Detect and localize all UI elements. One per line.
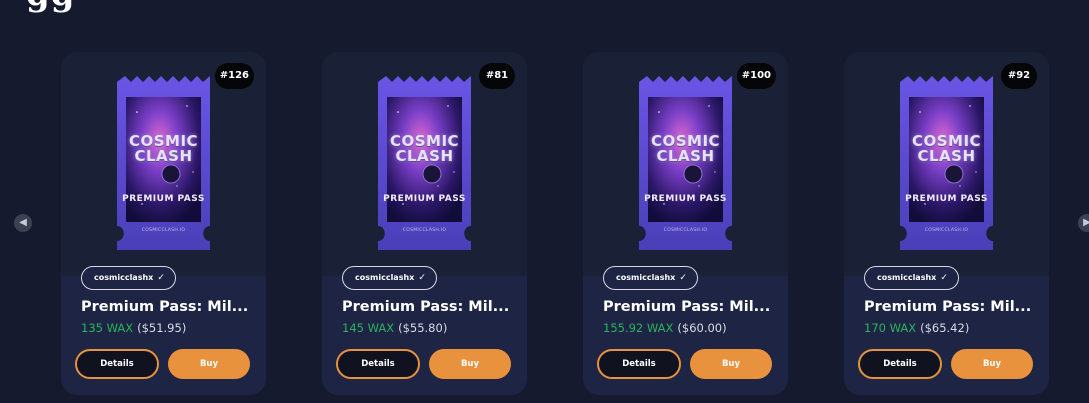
ticket-title: COSMIC CLASH xyxy=(128,132,199,165)
listing-card[interactable]: COSMIC CLASH PREMIUM PASS COSMICCLASH.IO… xyxy=(583,52,788,395)
ticket-title: COSMIC CLASH xyxy=(650,132,721,165)
item-name[interactable]: Premium Pass: Mil... xyxy=(603,299,773,315)
collection-badge[interactable]: cosmicclashx ✓ xyxy=(603,266,698,290)
item-name[interactable]: Premium Pass: Mil... xyxy=(342,299,512,315)
card-image-area[interactable]: COSMIC CLASH PREMIUM PASS COSMICCLASH.IO… xyxy=(61,52,266,276)
premium-pass-ticket-image: COSMIC CLASH PREMIUM PASS COSMICCLASH.IO xyxy=(117,76,210,250)
buy-button[interactable]: Buy xyxy=(429,349,511,379)
verified-check-icon: ✓ xyxy=(418,273,426,283)
price-wax: 145 WAX xyxy=(342,321,395,335)
section-heading-fragment: gg xyxy=(26,0,76,14)
price-usd: ($51.95) xyxy=(137,321,187,335)
listing-card[interactable]: COSMIC CLASH PREMIUM PASS COSMICCLASH.IO… xyxy=(844,52,1049,395)
price: 155.92 WAX ($60.00) xyxy=(603,321,727,335)
collection-badge[interactable]: cosmicclashx ✓ xyxy=(864,266,959,290)
price: 145 WAX ($55.80) xyxy=(342,321,447,335)
details-button[interactable]: Details xyxy=(597,349,681,379)
ticket-subtitle: PREMIUM PASS xyxy=(122,194,205,204)
ticket-subtitle: PREMIUM PASS xyxy=(383,194,466,204)
verified-check-icon: ✓ xyxy=(157,273,165,283)
ticket-footer: COSMICCLASH.IO xyxy=(141,228,186,233)
price-usd: ($55.80) xyxy=(398,321,448,335)
price-usd: ($65.42) xyxy=(920,321,970,335)
card-image-area[interactable]: COSMIC CLASH PREMIUM PASS COSMICCLASH.IO… xyxy=(583,52,788,276)
price-wax: 155.92 WAX xyxy=(603,321,674,335)
chevron-right-icon[interactable]: ▶ xyxy=(1078,214,1089,232)
mint-number-badge: #100 xyxy=(736,63,776,89)
mint-number-badge: #126 xyxy=(214,63,254,89)
ticket-title: COSMIC CLASH xyxy=(389,132,460,165)
verified-check-icon: ✓ xyxy=(940,273,948,283)
price-usd: ($60.00) xyxy=(677,321,727,335)
chevron-left-icon[interactable]: ◀ xyxy=(14,214,32,232)
ticket-footer: COSMICCLASH.IO xyxy=(663,228,708,233)
item-name[interactable]: Premium Pass: Mil... xyxy=(864,299,1034,315)
collection-name: cosmicclashx xyxy=(877,273,937,282)
listing-card[interactable]: COSMIC CLASH PREMIUM PASS COSMICCLASH.IO… xyxy=(61,52,266,395)
details-button[interactable]: Details xyxy=(75,349,159,379)
listing-card[interactable]: COSMIC CLASH PREMIUM PASS COSMICCLASH.IO… xyxy=(322,52,527,395)
mint-number-badge: #81 xyxy=(479,63,515,89)
collection-badge[interactable]: cosmicclashx ✓ xyxy=(81,266,176,290)
ticket-title: COSMIC CLASH xyxy=(911,132,982,165)
price-wax: 170 WAX xyxy=(864,321,917,335)
buy-button[interactable]: Buy xyxy=(690,349,772,379)
premium-pass-ticket-image: COSMIC CLASH PREMIUM PASS COSMICCLASH.IO xyxy=(900,76,993,250)
price: 135 WAX ($51.95) xyxy=(81,321,186,335)
collection-name: cosmicclashx xyxy=(616,273,676,282)
marketplace-carousel: gg ◀ ▶ xyxy=(0,0,1089,403)
premium-pass-ticket-image: COSMIC CLASH PREMIUM PASS COSMICCLASH.IO xyxy=(639,76,732,250)
collection-name: cosmicclashx xyxy=(94,273,154,282)
ticket-subtitle: PREMIUM PASS xyxy=(905,194,988,204)
ticket-subtitle: PREMIUM PASS xyxy=(644,194,727,204)
details-button[interactable]: Details xyxy=(858,349,942,379)
collection-name: cosmicclashx xyxy=(355,273,415,282)
premium-pass-ticket-image: COSMIC CLASH PREMIUM PASS COSMICCLASH.IO xyxy=(378,76,471,250)
item-name[interactable]: Premium Pass: Mil... xyxy=(81,299,251,315)
ticket-footer: COSMICCLASH.IO xyxy=(924,228,969,233)
details-button[interactable]: Details xyxy=(336,349,420,379)
price: 170 WAX ($65.42) xyxy=(864,321,969,335)
collection-badge[interactable]: cosmicclashx ✓ xyxy=(342,266,437,290)
verified-check-icon: ✓ xyxy=(679,273,687,283)
buy-button[interactable]: Buy xyxy=(951,349,1033,379)
card-image-area[interactable]: COSMIC CLASH PREMIUM PASS COSMICCLASH.IO… xyxy=(322,52,527,276)
price-wax: 135 WAX xyxy=(81,321,134,335)
mint-number-badge: #92 xyxy=(1001,63,1037,89)
card-image-area[interactable]: COSMIC CLASH PREMIUM PASS COSMICCLASH.IO… xyxy=(844,52,1049,276)
buy-button[interactable]: Buy xyxy=(168,349,250,379)
ticket-footer: COSMICCLASH.IO xyxy=(402,228,447,233)
